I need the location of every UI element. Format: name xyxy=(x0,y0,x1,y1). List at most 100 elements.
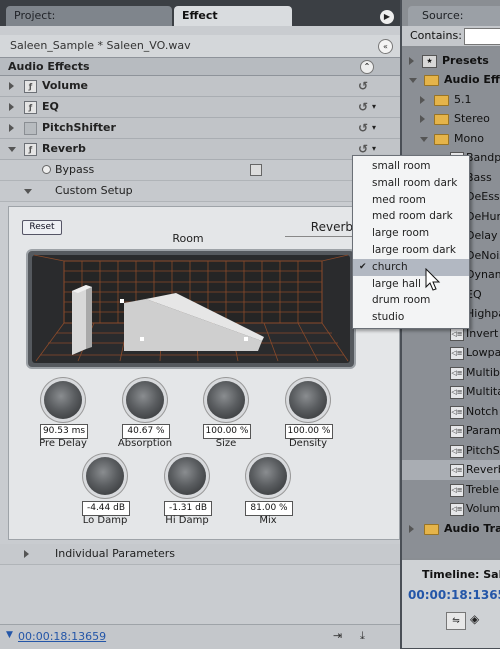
expand-triangle-icon[interactable] xyxy=(9,82,14,90)
reset-icon[interactable]: ↺ xyxy=(358,118,368,138)
fx-toggle-icon[interactable] xyxy=(24,122,37,135)
menu-item-preset[interactable]: med room xyxy=(353,192,469,209)
knob-dial[interactable] xyxy=(168,457,206,495)
custom-setup-row[interactable]: Custom Setup xyxy=(0,181,400,202)
tree-item-effect[interactable]: ◁≡Parame xyxy=(402,421,500,441)
knob-mix[interactable] xyxy=(244,454,292,500)
tab-bar: Project: Clip_FX_Start.prproj Effect Con… xyxy=(0,0,400,41)
reset-icon[interactable]: ↺ xyxy=(358,76,368,96)
tree-item-stereo[interactable]: Stereo xyxy=(402,109,500,129)
tree-label: Multita xyxy=(466,385,500,398)
dropdown-arrow-icon[interactable]: ▾ xyxy=(372,118,376,138)
expand-triangle-icon[interactable] xyxy=(9,124,14,132)
menu-item-preset[interactable]: small room xyxy=(353,158,469,175)
folder-icon xyxy=(434,114,449,125)
fx-toggle-icon[interactable]: ƒ xyxy=(24,80,37,93)
knob-size[interactable] xyxy=(202,378,250,424)
reset-icon[interactable]: ↺ xyxy=(358,97,368,117)
individual-parameters-row[interactable]: Individual Parameters xyxy=(0,544,400,565)
knob-dial[interactable] xyxy=(126,381,164,419)
knob-dial[interactable] xyxy=(86,457,124,495)
bypass-checkbox[interactable] xyxy=(250,164,262,176)
reset-button[interactable]: Reset xyxy=(22,220,62,235)
menu-item-preset[interactable]: large room dark xyxy=(353,242,469,259)
export-icon[interactable]: ⤓ xyxy=(360,629,365,643)
density-value[interactable]: 100.00 % xyxy=(285,424,333,439)
knob-dial[interactable] xyxy=(289,381,327,419)
play-icon[interactable]: ⇥ xyxy=(333,629,342,642)
tab-source[interactable]: Source: Univers xyxy=(408,6,500,41)
lo-damp-value[interactable]: -4.44 dB xyxy=(82,501,130,516)
timeline-title[interactable]: Timeline: Sale xyxy=(422,568,500,581)
pre-delay-label: Pre Delay xyxy=(39,438,87,449)
lo-damp-label: Lo Damp xyxy=(82,515,128,526)
marker-icon[interactable]: ◈ xyxy=(470,612,479,626)
mix-value[interactable]: 81.00 % xyxy=(245,501,293,516)
size-value[interactable]: 100.00 % xyxy=(203,424,251,439)
tree-item-effect-selected[interactable]: ◁≡Reverb xyxy=(402,460,500,480)
tree-item-5-1[interactable]: 5.1 xyxy=(402,90,500,110)
knob-dial[interactable] xyxy=(249,457,287,495)
timecode[interactable]: 00:00:18:13659 xyxy=(18,630,106,643)
knob-pre-delay[interactable] xyxy=(39,378,87,424)
effect-row-pitchshifter[interactable]: PitchShifter ↺ ▾ xyxy=(0,118,400,139)
panel-menu-icon[interactable]: ▶ xyxy=(380,10,394,24)
knob-hi-damp[interactable] xyxy=(163,454,211,500)
tree-item-effect[interactable]: ◁≡Volume xyxy=(402,499,500,519)
pre-delay-value[interactable]: 90.53 ms xyxy=(40,424,88,439)
menu-item-label: church xyxy=(372,260,408,273)
knob-lo-damp[interactable] xyxy=(81,454,129,500)
expand-triangle-icon[interactable] xyxy=(9,103,14,111)
contains-input[interactable] xyxy=(464,28,500,45)
effect-row-reverb[interactable]: ƒ Reverb ↺ ▾ xyxy=(0,139,400,160)
effect-label: EQ xyxy=(42,100,59,113)
menu-item-preset[interactable]: large room xyxy=(353,225,469,242)
audio-effect-icon: ◁≡ xyxy=(450,484,464,497)
tree-label: DeEsse xyxy=(466,190,500,203)
absorption-value[interactable]: 40.67 % xyxy=(122,424,170,439)
snap-icon[interactable]: ⇋ xyxy=(446,612,466,630)
tree-item-presets[interactable]: ★ Presets xyxy=(402,51,500,71)
knob-absorption[interactable] xyxy=(121,378,169,424)
keyframe-icon[interactable] xyxy=(42,165,51,174)
tree-item-audio-transitions[interactable]: Audio Tran xyxy=(402,519,500,539)
dropdown-arrow-icon[interactable]: ▾ xyxy=(372,97,376,117)
status-bar: ▼ 00:00:18:13659 ⇥ ⤓ xyxy=(0,624,400,649)
checkmark-icon: ✔ xyxy=(359,261,367,272)
tree-item-audio-effects[interactable]: Audio Effe xyxy=(402,70,500,90)
tab-project[interactable]: Project: Clip_FX_Start.prproj xyxy=(6,6,172,41)
tree-item-effect[interactable]: ◁≡ Treble xyxy=(402,480,500,500)
scroll-up-icon[interactable]: ⌃ xyxy=(360,60,374,74)
tree-item-effect[interactable]: ◁≡Lowpas xyxy=(402,343,500,363)
collapse-icon[interactable]: « xyxy=(378,39,393,54)
knob-dial[interactable] xyxy=(207,381,245,419)
menu-item-preset[interactable]: drum room xyxy=(353,292,469,309)
collapse-triangle-icon[interactable] xyxy=(24,189,32,194)
knob-dial[interactable] xyxy=(44,381,82,419)
effect-row-volume[interactable]: ƒ Volume ↺ xyxy=(0,76,400,97)
hi-damp-value[interactable]: -1.31 dB xyxy=(164,501,212,516)
tree-item-effect[interactable]: ◁≡Multiba xyxy=(402,363,500,383)
tree-item-effect[interactable]: ◁≡ Notch xyxy=(402,402,500,422)
effect-label: Reverb xyxy=(42,142,86,155)
menu-item-preset[interactable]: small room dark xyxy=(353,175,469,192)
fx-toggle-icon[interactable]: ƒ xyxy=(24,143,37,156)
audio-effect-icon: ◁≡ xyxy=(450,367,464,380)
menu-item-preset[interactable]: med room dark xyxy=(353,208,469,225)
menu-item-preset[interactable]: large hall xyxy=(353,276,469,293)
menu-item-preset[interactable]: studio xyxy=(353,309,469,326)
tree-item-effect[interactable]: ◁≡PitchSh xyxy=(402,441,500,461)
knob-density[interactable] xyxy=(284,378,332,424)
clip-header: Saleen_Sample * Saleen_VO.wav « xyxy=(0,35,400,57)
expand-triangle-icon[interactable] xyxy=(24,550,29,558)
tree-item-mono[interactable]: Mono xyxy=(402,129,500,149)
menu-item-preset-selected[interactable]: ✔ church xyxy=(353,258,469,276)
tab-effect-controls[interactable]: Effect Controls× xyxy=(174,6,292,41)
room-display[interactable] xyxy=(26,249,356,369)
timeline-timecode[interactable]: 00:00:18:1365 xyxy=(408,588,500,602)
fx-toggle-icon[interactable]: ƒ xyxy=(24,101,37,114)
effect-row-eq[interactable]: ƒ EQ ↺ ▾ xyxy=(0,97,400,118)
tree-item-effect[interactable]: ◁≡Multita xyxy=(402,382,500,402)
collapse-triangle-icon[interactable] xyxy=(8,147,16,152)
tree-label: 5.1 xyxy=(454,93,472,106)
